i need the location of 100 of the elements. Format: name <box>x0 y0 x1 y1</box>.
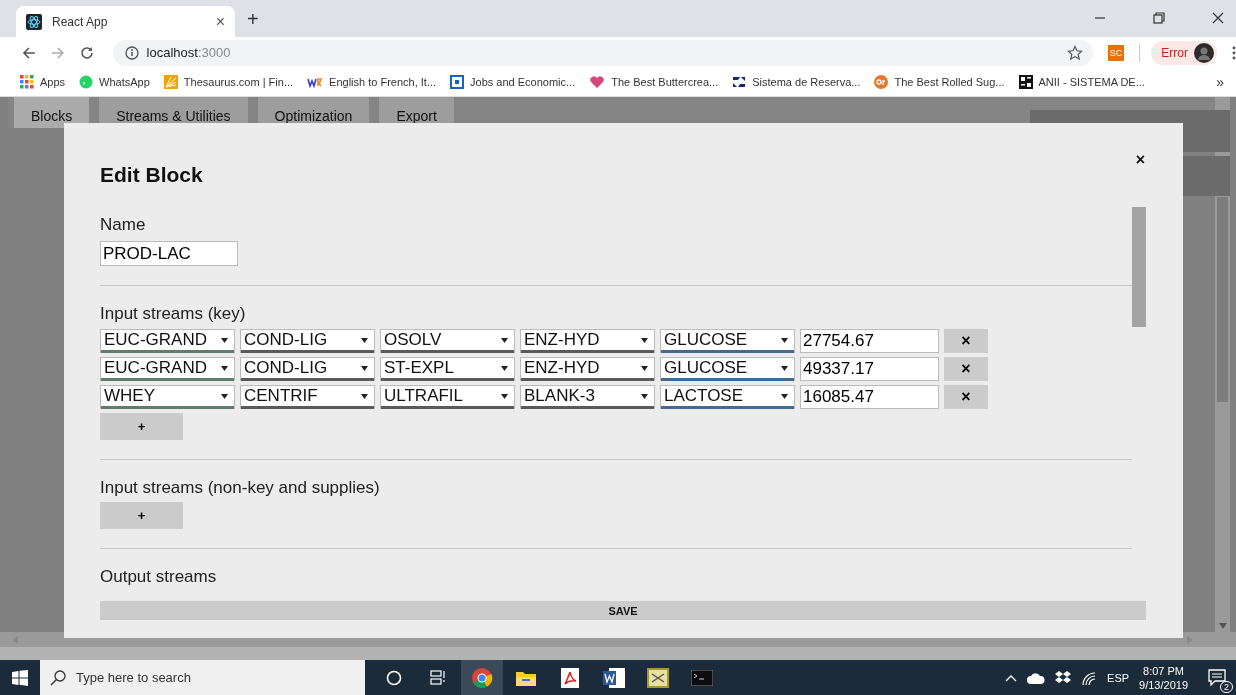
profile-button[interactable]: Error <box>1151 40 1218 65</box>
caret-icon <box>641 337 648 343</box>
circle-icon <box>386 669 402 686</box>
windows-icon[interactable] <box>12 669 28 686</box>
amount-field[interactable]: 49337.17 <box>800 357 939 381</box>
document-icon <box>603 667 625 688</box>
remove-button[interactable]: × <box>944 357 988 381</box>
caret-icon <box>641 393 648 399</box>
search-icon <box>50 669 66 686</box>
tab[interactable]: Blocks <box>14 97 90 128</box>
circle-logo-icon <box>874 75 889 89</box>
dropdown[interactable]: LACTOSE <box>660 385 795 409</box>
bookmark-item[interactable]: Sistema de Reserva... <box>732 75 861 89</box>
app-icon <box>647 667 669 688</box>
panel-background <box>1183 156 1230 196</box>
box-icon[interactable] <box>1055 670 1072 685</box>
sunburst-icon <box>163 75 178 89</box>
back-icon[interactable] <box>22 45 36 60</box>
avatar-icon <box>1194 42 1215 63</box>
caret-icon <box>361 393 368 399</box>
bookmark-item[interactable]: ANII - SISTEMA DE... <box>1018 75 1145 89</box>
search-field[interactable]: Type here to search <box>40 660 365 695</box>
dropdown[interactable]: EUC-GRAND <box>100 329 235 353</box>
language-indicator[interactable]: ESP <box>1107 671 1130 684</box>
caret-icon <box>361 365 368 371</box>
caret-icon <box>221 337 228 343</box>
remove-button[interactable]: × <box>944 329 988 353</box>
name-field[interactable]: PROD-LAC <box>100 241 238 266</box>
folder-icon <box>516 669 536 686</box>
field-label: Name <box>100 215 146 235</box>
dropdown[interactable]: EUC-GRAND <box>100 357 235 381</box>
info-icon <box>124 45 139 60</box>
grid-icon <box>20 75 34 89</box>
down-arrow-icon[interactable] <box>1218 623 1227 629</box>
caret-icon <box>221 365 228 371</box>
notification-count: 2 <box>1220 680 1233 693</box>
dropdown[interactable]: OSOLV <box>380 329 515 353</box>
clock-date[interactable]: 9/13/2019 <box>1139 677 1188 692</box>
save-button[interactable]: SAVE <box>100 601 1146 620</box>
caret-icon <box>641 365 648 371</box>
cloud-icon[interactable] <box>1027 671 1046 684</box>
remove-button[interactable]: × <box>944 385 988 409</box>
new-tab-button[interactable]: + <box>247 8 259 31</box>
clock-time[interactable]: 8:07 PM <box>1143 663 1184 678</box>
restore-icon[interactable] <box>1153 12 1165 24</box>
bookmark-item[interactable]: Jobs and Economic... <box>450 75 576 89</box>
caret-icon <box>501 365 508 371</box>
task-view-icon <box>430 669 446 686</box>
dropdown[interactable]: BLANK-3 <box>520 385 655 409</box>
dropdown[interactable]: ULTRAFIL <box>380 385 515 409</box>
close-icon[interactable] <box>1212 12 1224 24</box>
dropdown[interactable]: ENZ-HYD <box>520 329 655 353</box>
dropdown[interactable]: WHEY <box>100 385 235 409</box>
dropdown[interactable]: GLUCOSE <box>660 357 795 381</box>
browser-tab[interactable]: React App × <box>16 6 235 37</box>
url-text: localhost:3000 <box>146 45 231 60</box>
bookmark-item[interactable]: Thesaurus.com | Fin... <box>163 75 294 89</box>
network-icon <box>450 75 465 89</box>
star-icon[interactable] <box>1066 44 1083 61</box>
bookmark-item[interactable]: Apps <box>20 75 66 89</box>
grid-logo-icon <box>1018 75 1033 89</box>
pdf-icon <box>561 667 579 688</box>
dropdown[interactable]: ST-EXPL <box>380 357 515 381</box>
atom-icon <box>26 13 42 30</box>
logo-icon <box>307 76 324 88</box>
notifications-icon[interactable] <box>1208 668 1226 687</box>
close-button[interactable]: × <box>1135 151 1145 169</box>
dropdown[interactable]: COND-LIG <box>240 357 375 381</box>
bookmark-item[interactable]: WhatsApp <box>79 75 150 89</box>
amount-field[interactable]: 27754.67 <box>800 329 939 353</box>
section-title: Input streams (key) <box>100 304 246 324</box>
close-tab-button[interactable]: × <box>215 12 225 31</box>
section-title: Input streams (non-key and supplies) <box>100 478 380 498</box>
chat-icon <box>79 75 94 89</box>
address-field[interactable]: localhost:3000 <box>112 39 1093 66</box>
dropdown[interactable]: CENTRIF <box>240 385 375 409</box>
caret-icon <box>781 337 788 343</box>
caret-icon <box>781 393 788 399</box>
browser-icon <box>471 666 493 689</box>
dropdown[interactable]: GLUCOSE <box>660 329 795 353</box>
dropdown[interactable]: COND-LIG <box>240 329 375 353</box>
chevron-up-icon[interactable] <box>1005 673 1018 682</box>
caret-icon <box>501 393 508 399</box>
menu-icon[interactable] <box>1232 45 1236 60</box>
amount-field[interactable]: 16085.47 <box>800 385 939 409</box>
tab-title: React App <box>52 14 109 29</box>
more-bookmarks-button[interactable]: » <box>1216 74 1224 90</box>
caret-icon <box>221 393 228 399</box>
bookmark-item[interactable]: English to French, It... <box>307 76 437 88</box>
scrollbar-thumb[interactable] <box>1132 207 1146 327</box>
heart-icon <box>589 75 606 89</box>
reload-icon[interactable] <box>79 45 94 60</box>
section-title: Output streams <box>100 567 217 587</box>
caret-icon <box>501 337 508 343</box>
dropdown[interactable]: ENZ-HYD <box>520 357 655 381</box>
bookmark-item[interactable]: The Best Rolled Sug... <box>874 75 1005 89</box>
add-button[interactable]: + <box>100 413 183 440</box>
wifi-icon[interactable] <box>1081 670 1098 685</box>
bookmark-item[interactable]: The Best Buttercrea... <box>589 75 719 89</box>
add-button[interactable]: + <box>100 502 183 529</box>
